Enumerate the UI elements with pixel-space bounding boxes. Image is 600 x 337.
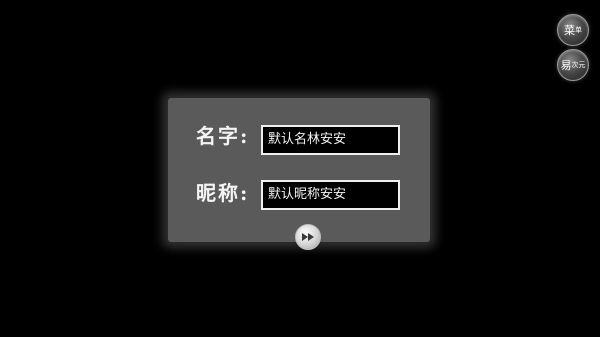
name-input[interactable]: 默认名林安安 [261,125,400,155]
menu-button-main-label: 菜 [564,23,575,37]
next-button[interactable] [295,224,321,250]
fast-forward-icon [302,233,314,241]
character-name-panel: 名字: 默认名林安安 昵称: 默认昵称安安 [168,98,430,250]
name-label: 名字: [196,124,250,148]
nickname-input[interactable]: 默认昵称安安 [261,180,400,210]
switch-button-main-label: 易 [560,58,572,72]
menu-button-sub-label: 单 [575,25,582,34]
switch-dimension-button[interactable]: 易次元 [557,49,589,81]
nickname-label: 昵称: [196,181,250,205]
switch-button-sub-label: 次元 [571,60,586,69]
menu-button[interactable]: 菜单 [557,14,589,46]
game-screen: 菜单 易次元 名字: 默认名林安安 昵称: 默认昵称安安 [0,0,600,337]
